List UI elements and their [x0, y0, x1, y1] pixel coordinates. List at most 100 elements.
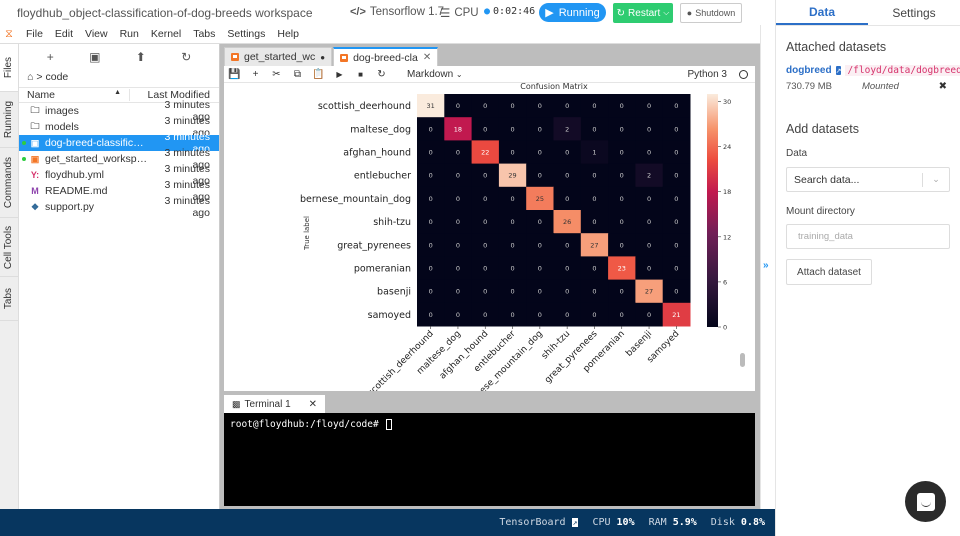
colorbar-tick-label: 18	[723, 188, 731, 196]
menu-edit[interactable]: Edit	[49, 28, 79, 40]
menu-view[interactable]: View	[79, 28, 114, 40]
mount-directory-label: Mount directory	[786, 206, 855, 217]
close-icon[interactable]: ✕	[309, 399, 317, 410]
file-item[interactable]: ❖ support.py 3 minutes ago	[19, 195, 219, 219]
cell-value-label: 0	[592, 172, 596, 180]
new-folder-icon[interactable]: ▣	[89, 50, 100, 64]
cell-value-label: 0	[647, 241, 651, 249]
tab-cell-tools[interactable]: Cell Tools	[0, 218, 18, 277]
external-link-icon[interactable]: ↗	[835, 66, 842, 75]
cell-value-label: 0	[647, 265, 651, 273]
menu-file[interactable]: File	[20, 28, 49, 40]
upload-icon[interactable]: ⬆	[136, 50, 146, 64]
tab-label: dog-breed-cla	[353, 51, 418, 64]
chevron-down-icon[interactable]: ⌄	[923, 174, 949, 185]
cell-value-label: 0	[647, 102, 651, 110]
y-tick-label: basenji	[377, 287, 411, 298]
colorbar-tick-label: 12	[723, 233, 731, 241]
shutdown-button[interactable]: ● Shutdown	[680, 3, 742, 23]
y-tick-label: bernese_mountain_dog	[300, 194, 411, 205]
home-icon[interactable]: ⌂	[27, 71, 33, 83]
save-icon[interactable]: 💾	[224, 69, 245, 80]
tab-dog-breed[interactable]: dog-breed-cla ✕	[333, 47, 439, 66]
dataset-name[interactable]: dogbreed	[786, 65, 832, 76]
cell-value-label: 0	[674, 241, 678, 249]
cell-value-label: 0	[538, 218, 542, 226]
tab-tabs[interactable]: Tabs	[0, 277, 18, 321]
cell-value-label: 0	[483, 125, 487, 133]
cell-value-label: 0	[510, 195, 514, 203]
insert-cell-icon[interactable]: +	[245, 69, 266, 80]
cell-value-label: 0	[620, 311, 624, 319]
y-tick-label: pomeranian	[354, 264, 411, 275]
cpu-label: CPU	[592, 517, 611, 528]
cell-value-label: 0	[592, 102, 596, 110]
notebook-output: Confusion Matrix True label 31 0 0 0 0 0 0 0 0 0 0…	[224, 83, 746, 391]
cell-value-label: 0	[456, 241, 460, 249]
markdown-icon: M	[31, 186, 39, 196]
cell-value-label: 18	[454, 125, 462, 133]
notebook-scrollbar[interactable]	[740, 353, 745, 367]
cell-value-label: 0	[510, 241, 514, 249]
cell-value-label: 27	[590, 241, 598, 249]
cell-type-select[interactable]: Markdown ⌄	[407, 69, 463, 80]
breadcrumb-code[interactable]: code	[45, 71, 68, 83]
remove-dataset-icon[interactable]: ✖	[939, 81, 947, 92]
copy-icon[interactable]: ⧉	[287, 69, 308, 80]
cell-value-label: 0	[510, 149, 514, 157]
kernel-status-icon	[739, 69, 748, 79]
running-indicator	[22, 157, 26, 161]
tab-get-started[interactable]: get_started_wc ●	[224, 47, 333, 66]
restart-label: Restart	[628, 7, 661, 19]
restart-icon: ↻	[616, 7, 626, 19]
y-tick-label: samoyed	[368, 310, 411, 321]
tab-running[interactable]: Running	[0, 92, 18, 148]
collapse-panel-icon[interactable]: »	[763, 260, 769, 271]
cut-icon[interactable]: ✂	[266, 69, 287, 80]
cell-value-label: 23	[618, 265, 626, 273]
stop-icon[interactable]: ■	[350, 70, 371, 79]
paste-icon[interactable]: 📋	[308, 69, 329, 80]
kernel-name[interactable]: Python 3	[688, 69, 727, 80]
dataset-row: dogbreed ↗ /floyd/data/dogbreed	[786, 65, 960, 76]
cell-value-label: 0	[429, 218, 433, 226]
tab-data[interactable]: Data	[776, 0, 868, 25]
terminal[interactable]: root@floydhub:/floyd/code#	[224, 413, 755, 506]
refresh-icon[interactable]: ↻	[181, 50, 191, 64]
tensorboard-link[interactable]: TensorBoard ↗	[499, 517, 579, 528]
new-launcher-icon[interactable]: +	[47, 50, 54, 64]
mount-directory-input[interactable]: training_data	[786, 224, 950, 249]
menu-settings[interactable]: Settings	[221, 28, 271, 40]
run-icon[interactable]: ▶	[329, 70, 350, 79]
external-link-icon: ↗	[571, 518, 579, 527]
dataset-meta: 730.79 MB Mounted ✖	[786, 81, 960, 92]
restart-button[interactable]: ↻ Restart ⌵	[613, 3, 673, 23]
tab-commands[interactable]: Commands	[0, 148, 18, 218]
chat-launcher-button[interactable]	[905, 481, 946, 522]
running-button[interactable]: ▶ Running	[539, 3, 606, 22]
tab-commands-label: Commands	[3, 156, 15, 209]
cell-value-label: 0	[456, 195, 460, 203]
menu-help[interactable]: Help	[271, 28, 305, 40]
disk-usage: Disk 0.8%	[711, 517, 765, 528]
panel-divider[interactable]: »	[760, 25, 775, 509]
menu-kernel[interactable]: Kernel	[145, 28, 187, 40]
tab-terminal-1[interactable]: ▩ Terminal 1 ✕	[224, 395, 326, 413]
notebook-icon	[340, 53, 349, 62]
restart-kernel-icon[interactable]: ↻	[371, 69, 392, 80]
cell-value-label: 0	[538, 125, 542, 133]
cell-value-label: 2	[647, 172, 651, 180]
cell-value-label: 0	[456, 218, 460, 226]
close-icon[interactable]: ✕	[423, 52, 431, 63]
colorbar-tick-label: 6	[723, 278, 727, 286]
chevron-down-icon: ⌵	[663, 8, 670, 17]
tab-files[interactable]: Files	[0, 44, 18, 92]
menu-run[interactable]: Run	[114, 28, 145, 40]
cell-value-label: 0	[483, 102, 487, 110]
column-name[interactable]: Name ▲	[19, 89, 129, 101]
unsaved-dot-icon[interactable]: ●	[320, 53, 325, 62]
tab-settings[interactable]: Settings	[868, 0, 960, 25]
data-search-select[interactable]: Search data... ⌄	[786, 167, 950, 192]
menu-tabs[interactable]: Tabs	[187, 28, 221, 40]
attach-dataset-button[interactable]: Attach dataset	[786, 259, 872, 285]
